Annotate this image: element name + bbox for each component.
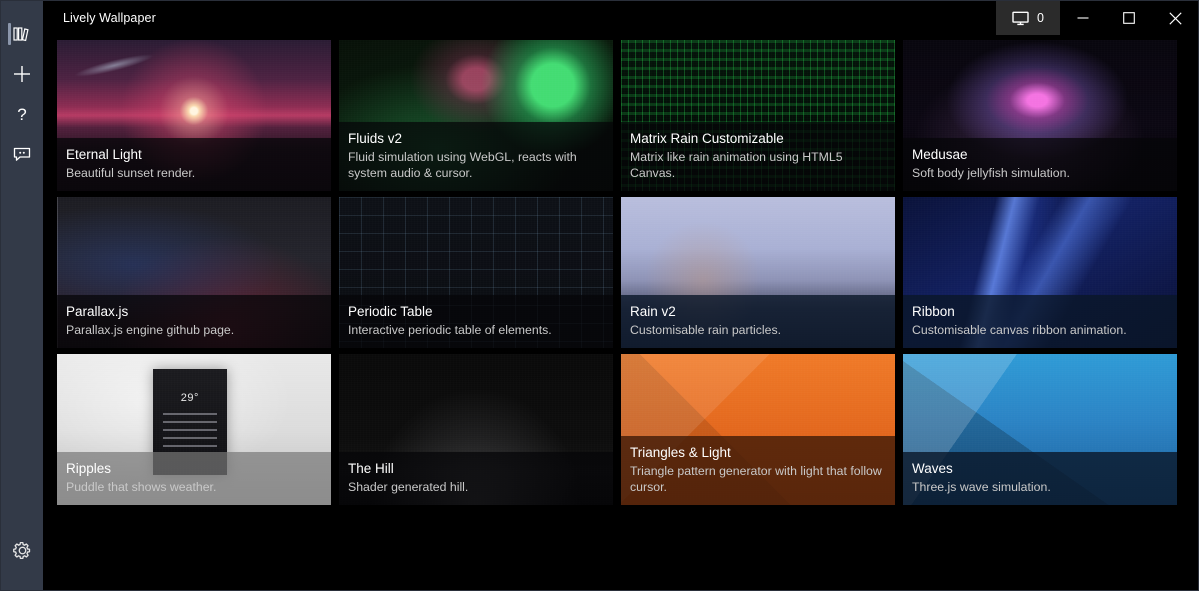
- wallpaper-info: Parallax.js Parallax.js engine github pa…: [57, 295, 331, 348]
- active-indicator: [8, 23, 11, 45]
- wallpaper-card[interactable]: Medusae Soft body jellyfish simulation.: [903, 40, 1177, 191]
- wallpaper-description: Three.js wave simulation.: [912, 480, 1051, 494]
- sidebar-item-help[interactable]: ?: [1, 94, 43, 134]
- wallpaper-info: Medusae Soft body jellyfish simulation.: [903, 138, 1177, 191]
- wallpaper-card[interactable]: Periodic Table Interactive periodic tabl…: [339, 197, 613, 348]
- wallpaper-description: Interactive periodic table of elements.: [348, 323, 552, 337]
- sidebar: ?: [1, 1, 43, 590]
- question-mark-icon: ?: [12, 104, 32, 124]
- wallpaper-card[interactable]: Fluids v2 Fluid simulation using WebGL, …: [339, 40, 613, 191]
- wallpaper-info: Periodic Table Interactive periodic tabl…: [339, 295, 613, 348]
- minimize-button[interactable]: [1060, 1, 1106, 35]
- sidebar-item-add-wallpaper[interactable]: [1, 54, 43, 94]
- forecast-row: [163, 429, 217, 432]
- wallpaper-description: Puddle that shows weather.: [66, 480, 217, 494]
- title-bar: Lively Wallpaper 0: [43, 1, 1198, 35]
- wallpaper-title: Medusae: [912, 147, 968, 162]
- minimize-icon: [1077, 12, 1089, 24]
- wallpaper-card[interactable]: The Hill Shader generated hill.: [339, 354, 613, 505]
- maximize-icon: [1123, 12, 1135, 24]
- wallpaper-card[interactable]: Ribbon Customisable canvas ribbon animat…: [903, 197, 1177, 348]
- chat-bubble-icon: [12, 145, 32, 163]
- wallpaper-info: Rain v2 Customisable rain particles.: [621, 295, 895, 348]
- wallpaper-info: Waves Three.js wave simulation.: [903, 452, 1177, 505]
- wallpaper-card[interactable]: Matrix Rain Customizable Matrix like rai…: [621, 40, 895, 191]
- wallpaper-card[interactable]: Parallax.js Parallax.js engine github pa…: [57, 197, 331, 348]
- wallpaper-title: Parallax.js: [66, 304, 129, 319]
- wallpaper-info: Matrix Rain Customizable Matrix like rai…: [621, 122, 895, 191]
- wallpaper-description: Customisable canvas ribbon animation.: [912, 323, 1127, 337]
- wallpaper-title: Waves: [912, 461, 953, 476]
- close-icon: [1168, 11, 1182, 25]
- wallpaper-description: Soft body jellyfish simulation.: [912, 166, 1070, 180]
- wallpaper-description: Parallax.js engine github page.: [66, 323, 235, 337]
- wallpaper-grid: Eternal Light Beautiful sunset render. F…: [57, 40, 1198, 505]
- wallpaper-card[interactable]: 29° Ripples Puddle that shows weather.: [57, 354, 331, 505]
- close-button[interactable]: [1152, 1, 1198, 35]
- monitor-icon: [1012, 11, 1029, 26]
- content-pane: Lively Wallpaper 0 Eternal Light Beautif…: [43, 1, 1198, 590]
- forecast-row: [163, 421, 217, 424]
- weather-forecast-rows: [163, 413, 217, 453]
- wallpaper-description: Triangle pattern generator with light th…: [630, 464, 882, 494]
- wallpaper-description: Customisable rain particles.: [630, 323, 782, 337]
- wallpaper-info: Ripples Puddle that shows weather.: [57, 452, 331, 505]
- titlebar-controls: 0: [996, 1, 1198, 35]
- plus-icon: [11, 63, 33, 85]
- gear-icon: [12, 540, 33, 561]
- wallpaper-description: Shader generated hill.: [348, 480, 469, 494]
- wallpaper-title: Matrix Rain Customizable: [630, 131, 784, 146]
- wallpaper-title: Fluids v2: [348, 131, 403, 146]
- wallpaper-card[interactable]: Eternal Light Beautiful sunset render.: [57, 40, 331, 191]
- monitor-selector-button[interactable]: 0: [996, 1, 1060, 35]
- wallpaper-card[interactable]: Rain v2 Customisable rain particles.: [621, 197, 895, 348]
- forecast-row: [163, 413, 217, 416]
- wallpaper-info: Eternal Light Beautiful sunset render.: [57, 138, 331, 191]
- sidebar-item-feedback[interactable]: [1, 134, 43, 174]
- wallpaper-title: Triangles & Light: [630, 445, 731, 460]
- wallpaper-title: The Hill: [348, 461, 394, 476]
- books-icon: [12, 25, 32, 43]
- wallpaper-card[interactable]: Triangles & Light Triangle pattern gener…: [621, 354, 895, 505]
- wallpaper-description: Beautiful sunset render.: [66, 166, 196, 180]
- maximize-button[interactable]: [1106, 1, 1152, 35]
- wallpaper-library: Eternal Light Beautiful sunset render. F…: [43, 35, 1198, 590]
- wallpaper-title: Ribbon: [912, 304, 955, 319]
- wallpaper-title: Periodic Table: [348, 304, 433, 319]
- forecast-row: [163, 437, 217, 440]
- svg-text:?: ?: [17, 105, 26, 124]
- wallpaper-info: The Hill Shader generated hill.: [339, 452, 613, 505]
- wallpaper-description: Matrix like rain animation using HTML5 C…: [630, 150, 843, 180]
- wallpaper-title: Rain v2: [630, 304, 676, 319]
- wallpaper-info: Fluids v2 Fluid simulation using WebGL, …: [339, 122, 613, 191]
- wallpaper-info: Triangles & Light Triangle pattern gener…: [621, 436, 895, 505]
- wallpaper-title: Eternal Light: [66, 147, 142, 162]
- weather-temperature: 29°: [180, 392, 199, 405]
- forecast-row: [163, 445, 217, 448]
- wallpaper-title: Ripples: [66, 461, 112, 476]
- monitor-count: 0: [1037, 11, 1044, 25]
- sidebar-item-settings[interactable]: [1, 530, 43, 570]
- app-title: Lively Wallpaper: [63, 11, 156, 25]
- lively-wallpaper-window: ? Lively Wallpaper 0 Eternal Light Beaut…: [0, 0, 1199, 591]
- wallpaper-card[interactable]: Waves Three.js wave simulation.: [903, 354, 1177, 505]
- wallpaper-info: Ribbon Customisable canvas ribbon animat…: [903, 295, 1177, 348]
- sidebar-item-library[interactable]: [1, 14, 43, 54]
- wallpaper-description: Fluid simulation using WebGL, reacts wit…: [348, 150, 577, 180]
